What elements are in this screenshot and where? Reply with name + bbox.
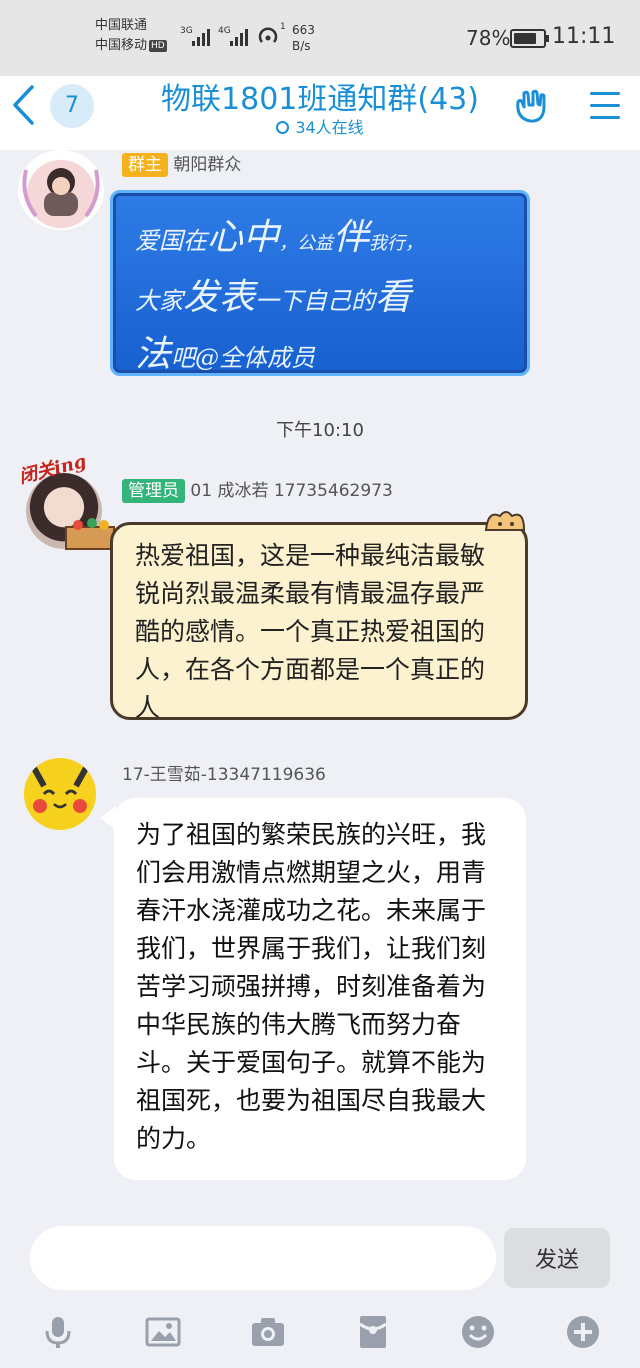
input-toolbar: [0, 1300, 640, 1368]
admin-message-bubble[interactable]: 热爱祖国，这是一种最纯洁最敏锐尚烈最温柔最有情最温存最严酷的感情。一个真正热爱祖…: [110, 522, 528, 722]
member-avatar[interactable]: [24, 758, 96, 830]
hand-gesture-icon[interactable]: [512, 88, 550, 126]
hotspot-icon: [258, 27, 278, 43]
signal-icon-2: [230, 28, 248, 46]
owner-message-bubble[interactable]: 爱国在心中，公益伴我行， 大家发表一下自己的看 法吧@全体成员: [110, 190, 530, 376]
timestamp: 下午10:10: [276, 420, 364, 441]
owner-name[interactable]: 朝阳群众: [173, 155, 241, 175]
red-packet-icon[interactable]: [355, 1314, 391, 1350]
admin-message-text: 热爱祖国，这是一种最纯洁最敏锐尚烈最温柔最有情最温存最严酷的感情。一个真正热爱祖…: [135, 541, 486, 722]
carrier-info: 中国联通 中国移动 HD: [95, 16, 167, 56]
send-button[interactable]: 发送: [504, 1228, 610, 1288]
clock: 11:11: [552, 24, 616, 49]
admin-name[interactable]: 01 成冰若 17735462973: [190, 481, 392, 501]
net-speed: 663 B/s: [292, 22, 315, 54]
online-icon: [276, 121, 290, 134]
owner-role-badge: 群主: [122, 153, 168, 177]
cat-ears-icon: [484, 511, 526, 531]
online-count: 34人在线: [295, 118, 364, 137]
message-input[interactable]: [30, 1226, 496, 1290]
hd-badge: HD: [149, 39, 167, 52]
member-message-text: 为了祖国的繁荣民族的兴旺，我们会用激情点燃期望之火，用青春汗水浇灌成功之花。未来…: [136, 820, 487, 1153]
network-4g-label: 4G: [218, 26, 231, 36]
emoji-icon[interactable]: [460, 1314, 496, 1350]
owner-message-line: 爱国在心中，公益伴我行，: [135, 217, 424, 258]
image-icon[interactable]: [145, 1314, 181, 1350]
admin-meta: 管理员 01 成冰若 17735462973: [122, 476, 393, 503]
admin-avatar[interactable]: 闭关ing: [17, 451, 115, 551]
mic-icon[interactable]: [40, 1314, 76, 1350]
signal-icon: [192, 28, 210, 46]
battery-percent: 78%: [466, 26, 511, 50]
carrier-1: 中国联通: [95, 18, 148, 33]
owner-meta: 群主 朝阳群众: [122, 150, 241, 177]
camera-icon[interactable]: [250, 1314, 286, 1350]
status-bar: 中国联通 中国移动 HD 3G 4G 1 663 B/s 78% 11:11: [0, 0, 640, 76]
carrier-2: 中国移动: [95, 38, 148, 53]
battery-icon: [510, 29, 549, 48]
plus-icon[interactable]: [565, 1314, 601, 1350]
owner-avatar[interactable]: [18, 150, 104, 230]
menu-icon[interactable]: [590, 92, 620, 128]
owner-message-line: 大家发表一下自己的看: [135, 277, 412, 318]
network-3g-label: 3G: [180, 26, 193, 36]
member-name[interactable]: 17-王雪茹-13347119636: [122, 760, 326, 785]
admin-role-badge: 管理员: [122, 479, 185, 503]
member-message-bubble[interactable]: 为了祖国的繁荣民族的兴旺，我们会用激情点燃期望之火，用青春汗水浇灌成功之花。未来…: [114, 798, 526, 1180]
speed-value: 663: [292, 23, 315, 37]
speed-unit: B/s: [292, 39, 311, 53]
owner-message-line: 法吧@全体成员: [135, 334, 316, 375]
